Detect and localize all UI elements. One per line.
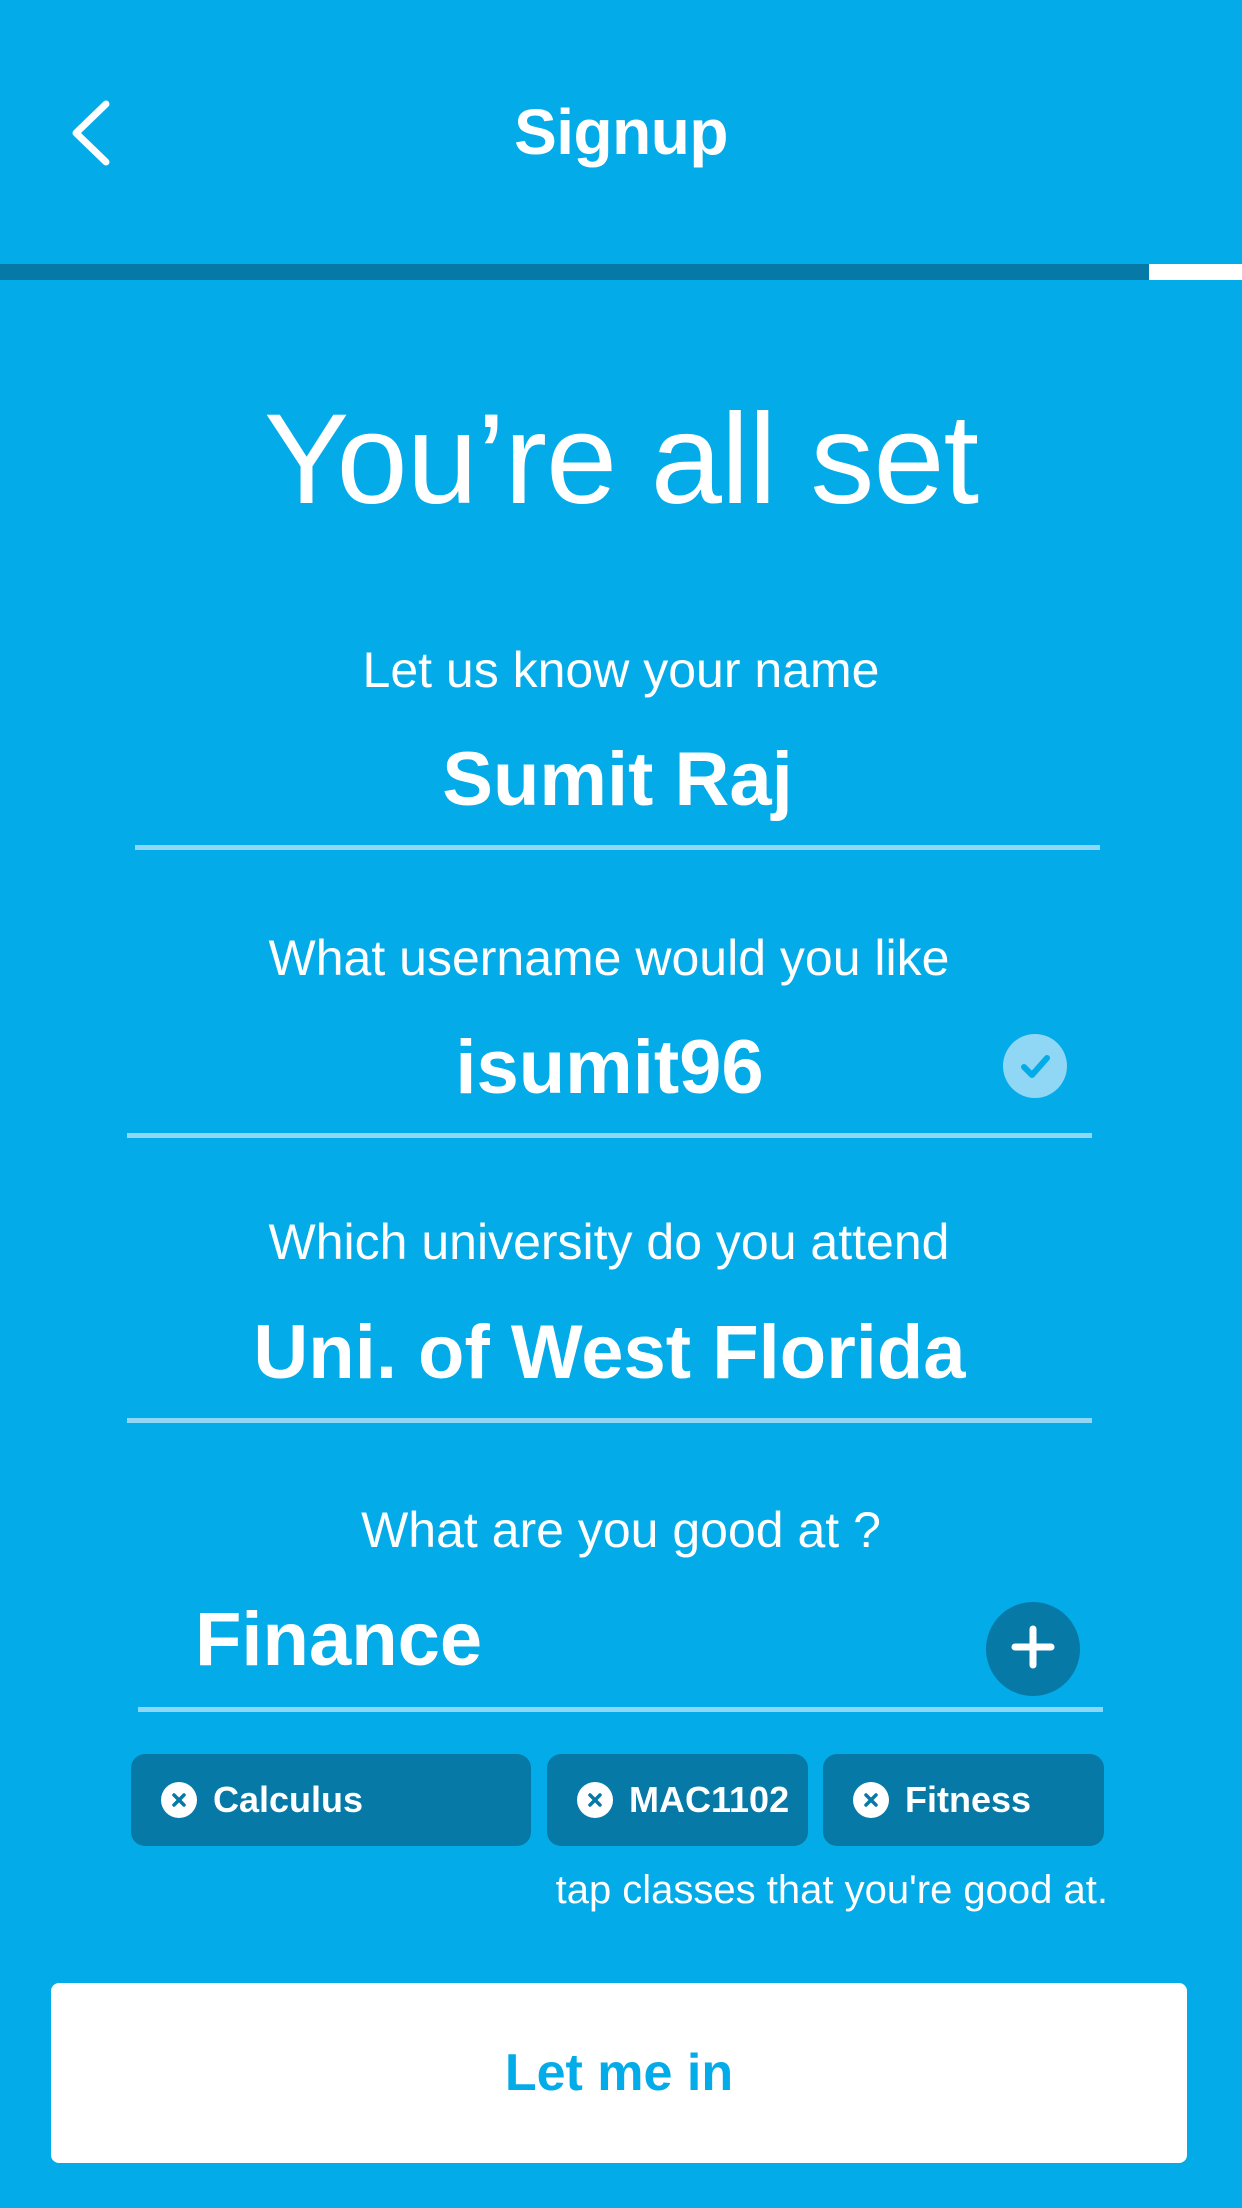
skill-chip[interactable]: Calculus [131,1754,531,1846]
skill-chip[interactable]: Fitness [823,1754,1104,1846]
remove-circle-icon[interactable] [161,1782,197,1818]
remove-circle-icon[interactable] [577,1782,613,1818]
university-field[interactable]: Uni. of West Florida [127,1308,1092,1398]
signup-progress-bar [0,264,1242,280]
check-circle-icon [1003,1034,1067,1098]
headline: You’re all set [263,388,979,531]
skills-field[interactable]: Finance [195,1595,895,1685]
university-label: Which university do you attend [268,1214,950,1270]
progress-fill [0,264,1149,280]
let-me-in-label: Let me in [504,2044,734,2102]
skill-chip-label: Fitness [905,1779,1032,1820]
name-label: Let us know your name [362,642,880,698]
username-field-underline [127,1133,1092,1138]
skill-chip[interactable]: MAC1102 [547,1754,808,1846]
skill-chip-label: MAC1102 [629,1779,790,1820]
skills-label: What are you good at ? [361,1502,881,1558]
remove-circle-icon[interactable] [853,1782,889,1818]
skill-chip-label: Calculus [213,1779,364,1820]
university-field-underline [127,1418,1092,1423]
add-skill-button[interactable] [986,1602,1080,1696]
username-field[interactable]: isumit96 [127,1023,1092,1113]
page-title: Signup [514,96,728,168]
plus-icon [1011,1625,1055,1674]
skills-field-underline [138,1707,1103,1712]
skills-hint: tap classes that you're good at. [555,1868,1108,1912]
name-field-underline [135,845,1100,850]
name-field[interactable]: Sumit Raj [135,735,1100,825]
let-me-in-button[interactable]: Let me in [51,1983,1187,2163]
username-label: What username would you like [268,930,950,986]
app-header: Signup [0,0,1242,264]
